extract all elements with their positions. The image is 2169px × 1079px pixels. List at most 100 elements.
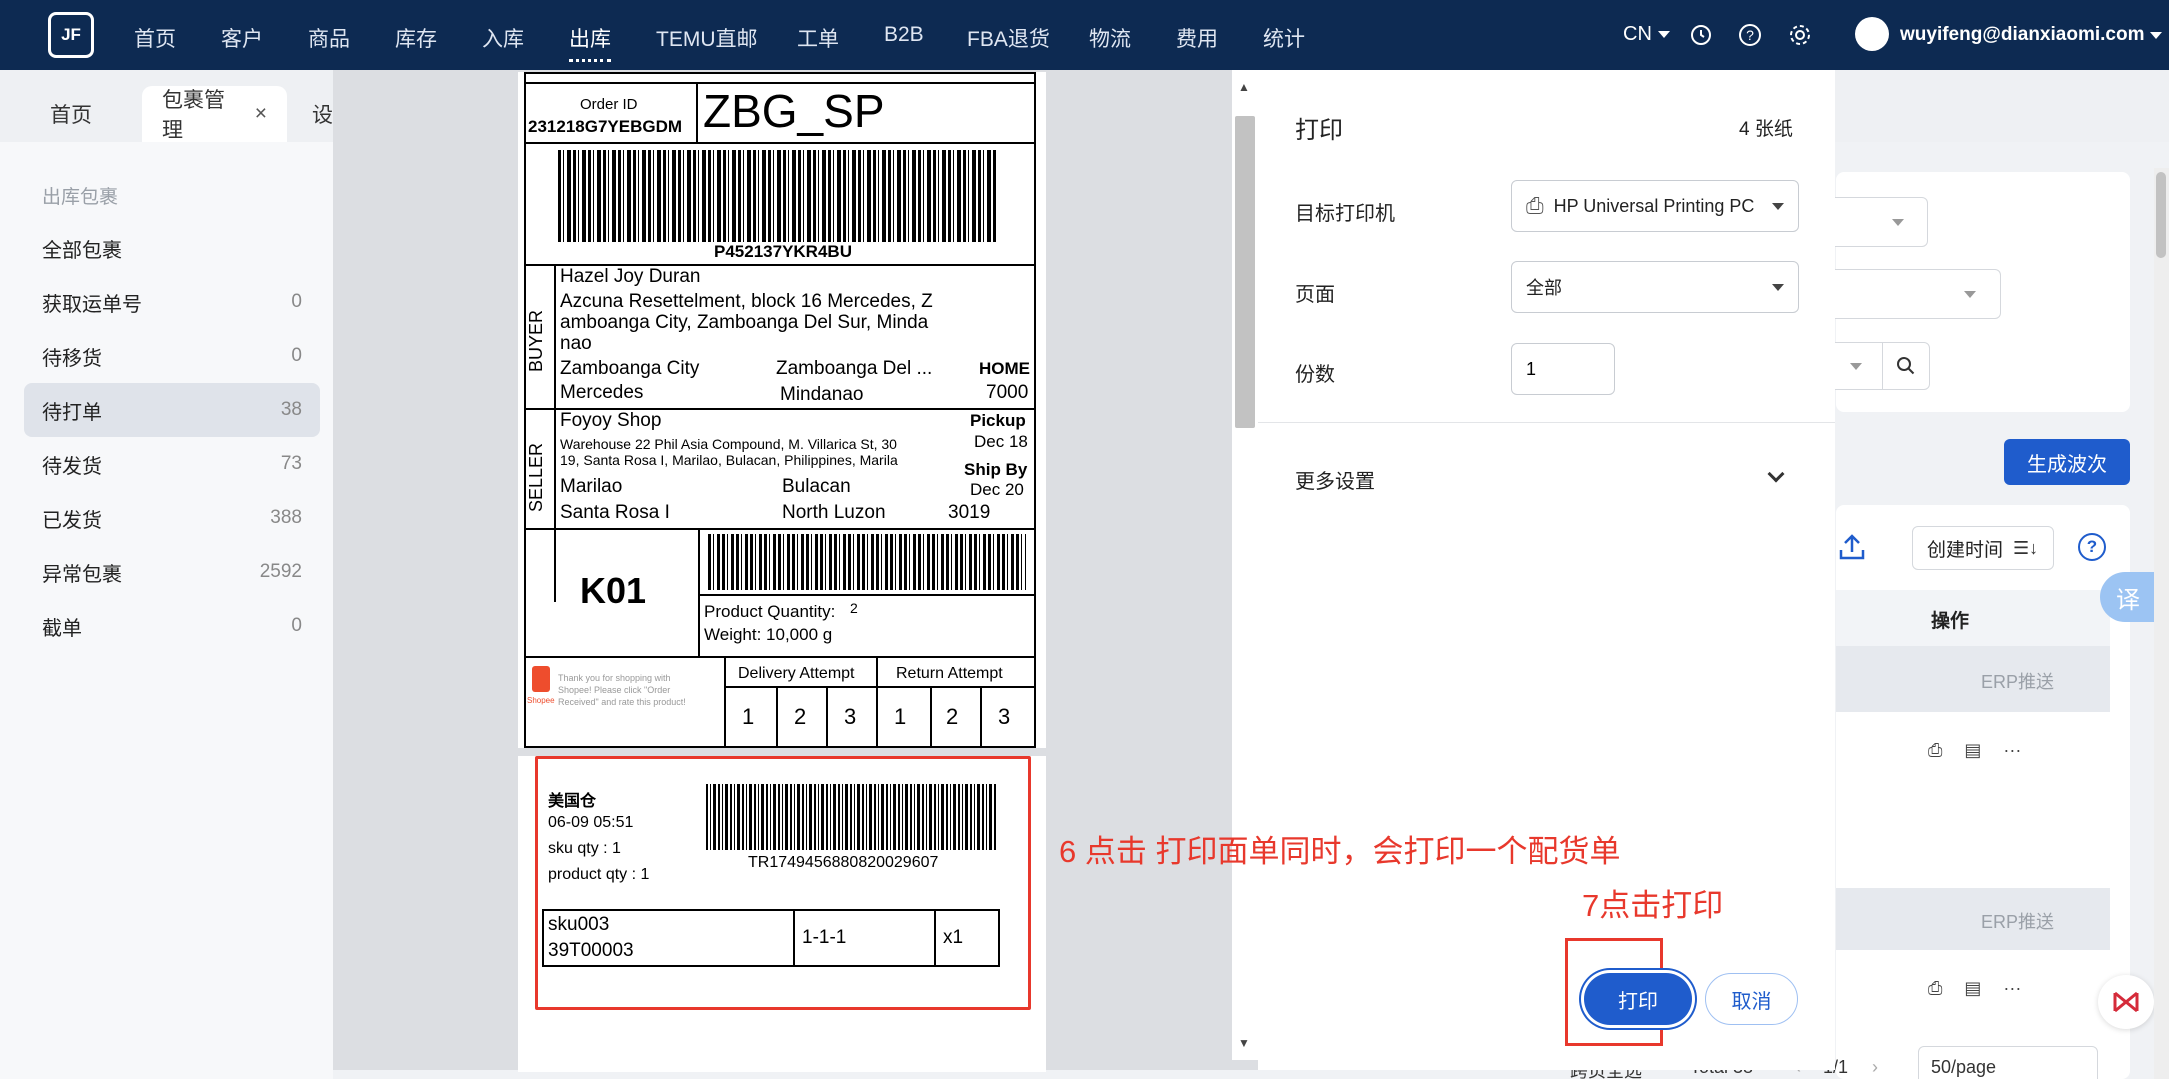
attempt-box: 2 [946, 704, 959, 729]
print-icon[interactable]: ⎙ [1928, 978, 1942, 999]
next-page-button[interactable]: › [1872, 1057, 1878, 1078]
shopee-logo-icon [532, 666, 550, 692]
nav-item-fba-returns[interactable]: FBA退货 [967, 23, 1050, 53]
nav-item-stats[interactable]: 统计 [1263, 23, 1305, 53]
sidebar-item-count: 2592 [259, 561, 302, 582]
page-scrollbar-thumb[interactable] [2156, 172, 2166, 258]
preview-scrollbar[interactable]: ▲ ▼ [1232, 70, 1258, 1060]
buyer-barangay: Mercedes [560, 382, 644, 403]
slip-barcode [706, 784, 998, 850]
page-size-select[interactable]: 50/page [1918, 1046, 2098, 1079]
attempt-box: 1 [894, 704, 907, 729]
archive-icon[interactable]: ▤ [1964, 740, 1981, 761]
shopee-thank-you-note: Thank you for shopping with Shopee! Plea… [558, 673, 686, 707]
more-icon[interactable]: ··· [2003, 978, 2021, 999]
package-weight: Weight: 10,000 g [704, 625, 833, 644]
help-icon[interactable]: ? [2078, 533, 2106, 561]
filter-select-2[interactable] [1826, 269, 2001, 319]
copies-input[interactable] [1511, 343, 1615, 395]
close-icon[interactable]: × [255, 102, 267, 126]
shopee-brand-text: Shopee [527, 696, 555, 705]
pages-select[interactable]: 全部 [1511, 261, 1799, 313]
nav-item-workorder[interactable]: 工单 [797, 23, 839, 53]
user-avatar[interactable] [1855, 17, 1889, 51]
print-button[interactable]: 打印 [1584, 973, 1692, 1025]
attempt-box: 3 [844, 704, 857, 729]
tab-home[interactable]: 首页 [30, 86, 112, 142]
sidebar-item-shipped[interactable]: 已发货 388 [24, 491, 320, 545]
assistant-fab[interactable] [2098, 975, 2154, 1029]
sidebar-item-pending-print[interactable]: 待打单 38 [24, 383, 320, 437]
pages-value: 全部 [1526, 278, 1562, 298]
more-settings-label[interactable]: 更多设置 [1295, 465, 1375, 494]
chevron-down-icon [1772, 283, 1784, 291]
export-upload-icon[interactable] [1838, 532, 1866, 562]
sidebar-item-label: 待发货 [42, 455, 102, 478]
help-icon[interactable]: ? [1737, 22, 1763, 48]
more-icon[interactable]: ··· [2003, 740, 2021, 761]
nav-item-inventory[interactable]: 库存 [395, 23, 437, 53]
generate-wave-button[interactable]: 生成波次 [2004, 439, 2130, 485]
nav-item-temu[interactable]: TEMU直邮 [656, 23, 758, 53]
sidebar: 出库包裹 全部包裹 获取运单号 0 待移货 0 待打单 38 待发货 73 已发货 388… [0, 142, 333, 1079]
ship-by-label: Ship By [964, 460, 1028, 479]
sidebar-item-label: 已发货 [42, 509, 102, 532]
sheet-count: 4 张纸 [1739, 119, 1793, 140]
ship-by-date: Dec 20 [970, 480, 1024, 499]
user-menu[interactable]: wuyifeng@dianxiaomi.com [1900, 24, 2163, 46]
sidebar-item-exception[interactable]: 异常包裹 2592 [24, 545, 320, 599]
nav-item-fees[interactable]: 费用 [1176, 23, 1218, 53]
print-icon[interactable]: ⎙ [1928, 740, 1942, 761]
page-scrollbar[interactable] [2154, 168, 2169, 1079]
filter-card [1826, 172, 2130, 412]
table-group-row: ERP推送 [1836, 888, 2110, 950]
nav-item-b2b[interactable]: B2B [884, 23, 924, 47]
row-actions: ⎙ ▤ ··· [1928, 740, 2021, 761]
archive-icon[interactable]: ▤ [1964, 978, 1981, 999]
nav-item-products[interactable]: 商品 [308, 23, 350, 53]
cancel-button[interactable]: 取消 [1705, 973, 1798, 1025]
seller-address-line: Warehouse 22 Phil Asia Compound, M. Vill… [560, 436, 897, 452]
chevron-down-icon [1772, 202, 1784, 210]
sidebar-item-label: 全部包裹 [42, 239, 122, 262]
clock-icon[interactable] [1688, 22, 1714, 48]
sidebar-item-label: 截单 [42, 617, 82, 640]
slip-sku: sku003 [548, 914, 610, 935]
nav-item-logistics[interactable]: 物流 [1089, 23, 1131, 53]
sidebar-item-count: 0 [291, 615, 302, 636]
filter-select-1[interactable] [1826, 197, 1928, 247]
scroll-down-arrow[interactable]: ▼ [1238, 1036, 1250, 1050]
nav-item-inbound[interactable]: 入库 [482, 23, 524, 53]
nav-item-outbound[interactable]: 出库 [569, 23, 611, 62]
preview-scrollbar-thumb[interactable] [1235, 116, 1255, 428]
sidebar-item-all[interactable]: 全部包裹 [24, 221, 320, 275]
chevron-down-icon[interactable] [1767, 465, 1785, 483]
settings-gear-icon[interactable] [1787, 22, 1813, 48]
annotation-step-6: 6 点击 打印面单同时，会打印一个配货单 [1059, 834, 1621, 869]
translate-button[interactable]: 译 [2100, 572, 2156, 622]
erp-push-link[interactable]: ERP推送 [1981, 908, 2054, 934]
tab-package-management[interactable]: 包裹管理 × [142, 86, 287, 142]
erp-push-link[interactable]: ERP推送 [1981, 668, 2054, 694]
sidebar-item-pending-ship[interactable]: 待发货 73 [24, 437, 320, 491]
app-logo[interactable]: JF [48, 12, 94, 58]
buyer-address-line: nao [560, 333, 592, 354]
scroll-up-arrow[interactable]: ▲ [1238, 80, 1250, 94]
pickup-date: Dec 18 [974, 432, 1028, 451]
row-actions: ⎙ ▤ ··· [1928, 978, 2021, 999]
sidebar-item-get-tracking[interactable]: 获取运单号 0 [24, 275, 320, 329]
printer-select[interactable]: ⎙ HP Universal Printing PC [1511, 180, 1799, 232]
sidebar-item-pending-move[interactable]: 待移货 0 [24, 329, 320, 383]
nav-item-customers[interactable]: 客户 [221, 23, 263, 53]
slip-tracking-number: TR1749456880820029607 [748, 854, 939, 871]
sidebar-item-label: 获取运单号 [42, 293, 142, 316]
language-select[interactable]: CN [1623, 23, 1670, 46]
printer-icon: ⎙ [1526, 193, 1544, 218]
search-button[interactable] [1882, 342, 1930, 390]
nav-item-home[interactable]: 首页 [134, 23, 176, 53]
sort-select[interactable]: 创建时间 ☰↓ [1912, 526, 2054, 570]
delivery-attempt-label: Delivery Attempt [738, 665, 855, 682]
buyer-city: Zamboanga City [560, 358, 700, 379]
order-id-title: Order ID [580, 96, 638, 113]
sidebar-item-intercepted[interactable]: 截单 0 [24, 599, 320, 653]
